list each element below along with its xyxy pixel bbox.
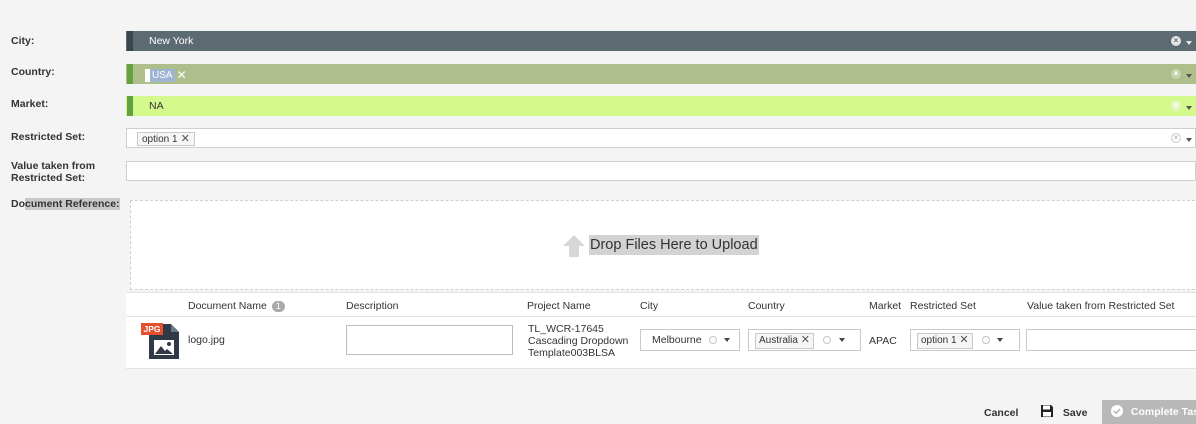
document-count-badge: 1 [271, 301, 285, 312]
row-restricted-chip[interactable]: option 1 ✕ [917, 333, 973, 349]
row-city-select[interactable]: Melbourne [640, 329, 740, 351]
cancel-button[interactable]: Cancel [984, 403, 1018, 423]
file-name[interactable]: logo.jpg [188, 334, 225, 346]
header-document-name[interactable]: Document Name 1 [188, 300, 285, 312]
row-restricted-chip-label: option 1 [921, 335, 957, 346]
x-circle-icon[interactable]: × [1171, 69, 1181, 79]
city-value: New York [149, 35, 194, 47]
upload-arrow-icon [563, 235, 585, 257]
restricted-chip[interactable]: option 1 ✕ [137, 132, 195, 146]
x-circle-icon[interactable] [822, 336, 831, 345]
market-select[interactable]: NA × [126, 96, 1196, 116]
header-divider [126, 316, 1196, 317]
market-edge [127, 96, 133, 116]
project-name-cell: TL_WCR-17645 Cascading Dropdown Template… [528, 323, 628, 359]
x-circle-icon[interactable]: × [1171, 101, 1181, 111]
project-name-line2: Cascading Dropdown [528, 335, 629, 347]
chip-remove-icon[interactable]: ✕ [181, 133, 190, 145]
city-select[interactable]: New York × [126, 31, 1196, 51]
chevron-down-icon[interactable] [1186, 138, 1192, 142]
x-circle-icon[interactable]: × [1171, 133, 1181, 143]
header-description[interactable]: Description [346, 300, 399, 312]
restricted-set-select[interactable]: option 1 ✕ × [126, 128, 1196, 148]
restricted-set-label: Restricted Set: [11, 131, 86, 143]
chip-remove-icon[interactable]: ✕ [959, 334, 968, 346]
value-taken-label-line1: Value taken from [11, 160, 96, 172]
chip-remove-icon[interactable]: ✕ [801, 334, 810, 346]
country-select[interactable]: USA ✕ × [126, 64, 1196, 84]
complete-task-button[interactable]: Complete Task [1102, 400, 1196, 424]
header-project-name[interactable]: Project Name [527, 300, 591, 312]
project-name-line1: TL_WCR-17645 [528, 323, 604, 335]
chevron-down-icon[interactable] [1186, 41, 1192, 45]
x-circle-icon[interactable] [981, 336, 990, 345]
drop-files-text: Drop Files Here to Upload [589, 235, 759, 255]
value-taken-label-line2: Restricted Set: [11, 172, 86, 184]
city-label: City: [11, 35, 35, 47]
header-market[interactable]: Market [869, 300, 901, 312]
market-value: NA [149, 100, 164, 112]
doc-ref-label-part2: cument Reference: [25, 198, 120, 210]
header-city[interactable]: City [640, 300, 658, 312]
country-label: Country: [11, 66, 55, 78]
x-circle-icon[interactable] [708, 336, 717, 345]
row-country-select[interactable]: Australia ✕ [748, 329, 861, 351]
value-taken-input[interactable] [126, 161, 1196, 181]
header-restricted-set[interactable]: Restricted Set [910, 300, 976, 312]
floppy-disk-icon [1041, 405, 1053, 417]
complete-task-label: Complete Task [1130, 406, 1196, 418]
save-button[interactable]: Save [1040, 403, 1087, 423]
restricted-chip-label: option 1 [142, 134, 178, 145]
header-value-taken[interactable]: Value taken from Restricted Set [1027, 300, 1174, 312]
chevron-down-icon[interactable] [1186, 74, 1192, 78]
document-reference-label: Document Reference: [11, 198, 120, 210]
row-restricted-select[interactable]: option 1 ✕ [910, 329, 1020, 351]
chevron-down-icon[interactable] [838, 338, 845, 343]
row-value-taken-input[interactable] [1026, 329, 1196, 351]
project-name-line3: Template003BLSA [528, 347, 615, 359]
doc-ref-label-part1: Do [11, 198, 25, 210]
value-taken-label: Value taken from Restricted Set: [11, 160, 95, 184]
x-circle-icon[interactable]: × [1171, 36, 1181, 46]
chip-remove-icon[interactable]: ✕ [177, 68, 187, 82]
chevron-down-icon[interactable] [724, 338, 731, 343]
chevron-down-icon[interactable] [1186, 106, 1192, 110]
save-label: Save [1062, 407, 1088, 419]
file-type-badge: JPG [141, 323, 163, 335]
country-edge [127, 64, 133, 84]
description-input[interactable] [346, 325, 513, 355]
header-document-name-label: Document Name [188, 300, 267, 312]
header-country[interactable]: Country [748, 300, 785, 312]
row-country-chip-label: Australia [759, 335, 798, 346]
country-chip-label: USA [150, 68, 175, 82]
market-label: Market: [11, 98, 49, 110]
country-chip[interactable]: USA ✕ [145, 68, 187, 82]
row-market-value: APAC [869, 335, 897, 347]
row-city-value: Melbourne [652, 334, 702, 346]
chevron-down-icon[interactable] [997, 338, 1004, 343]
city-edge [127, 31, 133, 51]
row-country-chip[interactable]: Australia ✕ [755, 333, 814, 349]
check-circle-icon [1111, 405, 1123, 417]
